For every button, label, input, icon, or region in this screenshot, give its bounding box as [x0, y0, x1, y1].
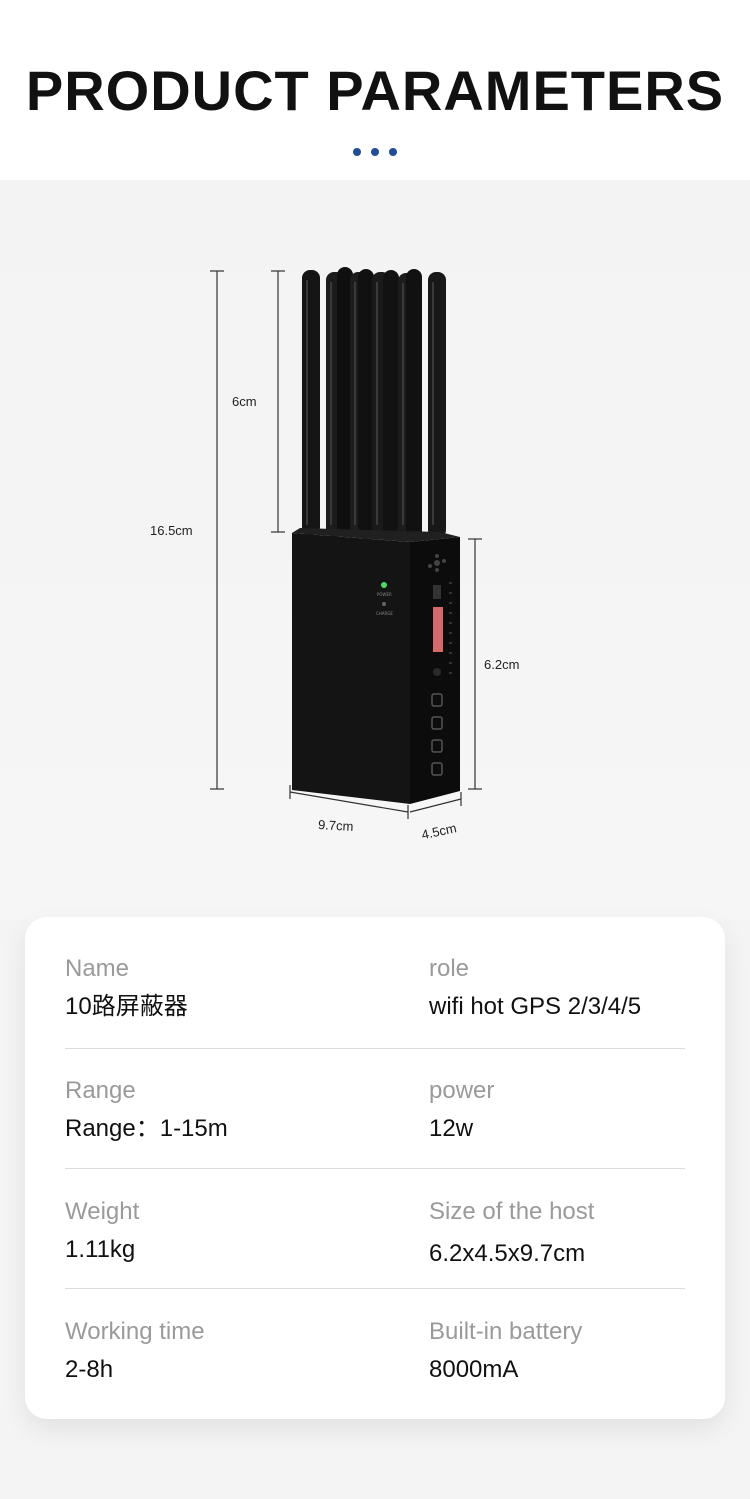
- spec-cell: Range Range：1-15m: [65, 1076, 365, 1144]
- dc-port-icon: [433, 668, 441, 676]
- charge-led-label: CHARGE: [376, 611, 393, 616]
- device-front: [292, 533, 410, 804]
- power-switch-icon: [433, 585, 441, 599]
- spec-value: 10路屏蔽器: [65, 993, 188, 1020]
- dimension-total-height-label: 16.5cm: [150, 523, 193, 538]
- charge-led-icon: [382, 602, 386, 606]
- spec-value: 1.11kg: [65, 1236, 136, 1263]
- dimension-width-label: 9.7cm: [318, 817, 354, 834]
- spec-value: wifi hot GPS 2/3/4/5: [429, 993, 642, 1020]
- spec-cell: Size of the host 6.2x4.5x9.7cm: [429, 1197, 699, 1269]
- spec-label: Weight: [65, 1198, 140, 1225]
- spec-cell: role wifi hot GPS 2/3/4/5: [429, 954, 699, 1022]
- page-title: PRODUCT PARAMETERS: [25, 59, 725, 122]
- spec-value: 12w: [429, 1115, 474, 1142]
- product-diagram: 16.5cm 6cm 6.2cm 9.7cm 4.5cm POWER CHARG…: [150, 267, 519, 842]
- spec-value: 8000mA: [429, 1356, 519, 1383]
- spec-row: Range Range：1-15m power 12w: [65, 1048, 685, 1169]
- antenna-group: [302, 267, 446, 540]
- dimension-total-height: [210, 270, 224, 790]
- spec-label: power: [429, 1077, 495, 1104]
- parameters-card: Name 10路屏蔽器 role wifi hot GPS 2/3/4/5 Ra…: [25, 917, 725, 1419]
- dip-switch-bank: [433, 607, 443, 652]
- decorative-dot: [389, 148, 398, 156]
- decorative-dot: [352, 148, 361, 156]
- spec-cell: Built-in battery 8000mA: [429, 1317, 699, 1385]
- decorative-dot: [371, 148, 379, 156]
- spec-value: Range：1-15m: [65, 1115, 228, 1142]
- spec-cell: Working time 2-8h: [65, 1317, 365, 1385]
- spec-row: Weight 1.11kg Size of the host 6.2x4.5x9…: [65, 1168, 685, 1289]
- spec-value: 2-8h: [65, 1356, 114, 1383]
- spec-label: Working time: [65, 1318, 205, 1345]
- title-dots: [0, 143, 750, 161]
- power-led-icon: [381, 582, 387, 588]
- spec-cell: Weight 1.11kg: [65, 1197, 365, 1265]
- spec-label: Range: [65, 1077, 136, 1104]
- dimension-antenna-height-label: 6cm: [232, 394, 257, 409]
- spec-label: Name: [65, 955, 130, 982]
- dimension-body-height-label: 6.2cm: [484, 657, 519, 672]
- spec-label: Built-in battery: [429, 1318, 583, 1345]
- dimension-antenna-height: [271, 270, 285, 533]
- spec-value: 6.2x4.5x9.7cm: [429, 1240, 586, 1267]
- spec-row: Working time 2-8h Built-in battery 8000m…: [65, 1288, 685, 1408]
- spec-cell: Name 10路屏蔽器: [65, 954, 365, 1022]
- product-image-area: 16.5cm 6cm 6.2cm 9.7cm 4.5cm POWER CHARG…: [0, 180, 750, 920]
- spec-label: role: [429, 955, 470, 982]
- spec-cell: power 12w: [429, 1076, 699, 1144]
- spec-label: Size of the host: [429, 1198, 595, 1225]
- spec-row: Name 10路屏蔽器 role wifi hot GPS 2/3/4/5: [65, 928, 685, 1049]
- page-header: PRODUCT PARAMETERS: [0, 0, 750, 180]
- dimension-body-height: [468, 538, 482, 790]
- dimension-depth-label: 4.5cm: [420, 820, 458, 842]
- power-led-label: POWER: [377, 592, 392, 597]
